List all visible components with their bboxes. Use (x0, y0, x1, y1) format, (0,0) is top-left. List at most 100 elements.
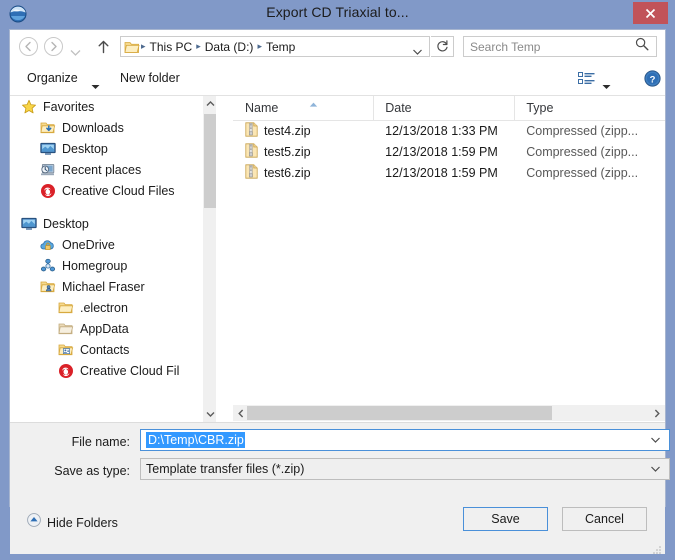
creative-cloud-icon (40, 183, 56, 199)
save-as-type-label: Save as type: (25, 464, 130, 478)
tree-item-electron[interactable]: .electron (10, 297, 202, 318)
forward-button[interactable] (44, 37, 63, 56)
title-bar: Export CD Triaxial to... (0, 0, 675, 29)
scrollbar-thumb[interactable] (247, 406, 552, 420)
close-icon (645, 8, 656, 19)
breadcrumb-item-data-d[interactable]: Data (D:) (202, 40, 257, 54)
downloads-folder-icon (40, 120, 56, 136)
tree-item-label: Creative Cloud Files (62, 184, 175, 198)
file-form-area: File name: D:\Temp\CBR.zip Save as type:… (10, 422, 665, 507)
tree-item-creative-cloud-files-2[interactable]: Creative Cloud Fil (10, 360, 202, 381)
resize-grip[interactable] (652, 542, 662, 552)
scrollbar-thumb[interactable] (204, 114, 216, 208)
chevron-right-icon (654, 409, 660, 418)
hide-folders-label: Hide Folders (47, 516, 118, 530)
tree-group-spacer (10, 201, 202, 213)
collapse-up-icon (27, 513, 41, 532)
organize-button[interactable]: Organize (27, 71, 78, 85)
cancel-button[interactable]: Cancel (562, 507, 647, 531)
tree-item-label: Favorites (43, 100, 94, 114)
file-name-value[interactable]: D:\Temp\CBR.zip (146, 432, 245, 448)
caret-down-icon[interactable] (602, 77, 611, 83)
file-name: test4.zip (264, 124, 311, 138)
tree-item-favorites[interactable]: Favorites (10, 96, 202, 117)
zip-file-icon (245, 122, 258, 140)
refresh-icon (436, 40, 449, 53)
breadcrumb-item-this-pc[interactable]: This PC (147, 40, 196, 54)
new-folder-button[interactable]: New folder (120, 71, 180, 85)
column-header-name[interactable]: Name (233, 96, 374, 120)
file-name-cell: test5.zip (233, 143, 374, 161)
tree-item-contacts[interactable]: Contacts (10, 339, 202, 360)
scroll-up-button[interactable] (203, 96, 217, 112)
table-row[interactable]: test4.zip 12/13/2018 1:33 PM Compressed … (233, 120, 665, 141)
column-header-type[interactable]: Type (515, 96, 665, 120)
onedrive-icon (40, 237, 56, 253)
chevron-down-icon[interactable] (412, 43, 423, 51)
tree-item-desktop-root[interactable]: Desktop (10, 213, 202, 234)
scroll-down-button[interactable] (203, 406, 217, 422)
file-type: Compressed (zipp... (515, 166, 665, 180)
tree-item-onedrive[interactable]: OneDrive (10, 234, 202, 255)
tree-item-label: Desktop (43, 217, 89, 231)
folder-icon (124, 40, 140, 54)
breadcrumb-item-temp[interactable]: Temp (263, 40, 298, 54)
table-row[interactable]: test6.zip 12/13/2018 1:59 PM Compressed … (233, 162, 665, 183)
table-row[interactable]: test5.zip 12/13/2018 1:59 PM Compressed … (233, 141, 665, 162)
sort-ascending-icon (309, 96, 318, 101)
recent-locations-button[interactable] (70, 43, 81, 50)
search-input[interactable]: Search Temp (470, 40, 540, 54)
chevron-down-icon[interactable] (650, 460, 661, 478)
column-header-label: Date (385, 101, 411, 115)
folder-icon (58, 321, 74, 337)
view-options-icon[interactable] (578, 72, 595, 86)
tree-item-label: Creative Cloud Fil (80, 364, 179, 378)
back-arrow-icon (23, 41, 34, 52)
tree-item-downloads[interactable]: Downloads (10, 117, 202, 138)
tree-item-label: Contacts (80, 343, 129, 357)
address-bar[interactable]: ▸ This PC ▸ Data (D:) ▸ Temp (120, 36, 430, 57)
desktop-monitor-icon (21, 216, 37, 232)
recent-locations-icon (70, 49, 81, 56)
user-folder-icon (40, 279, 56, 295)
refresh-button[interactable] (431, 36, 454, 57)
tree-item-creative-cloud-files[interactable]: Creative Cloud Files (10, 180, 202, 201)
tree-item-label: Michael Fraser (62, 280, 145, 294)
tree-item-desktop-fav[interactable]: Desktop (10, 138, 202, 159)
help-icon[interactable]: ? (644, 70, 661, 87)
search-box[interactable]: Search Temp (463, 36, 657, 57)
navigation-pane: Favorites Downloads (10, 96, 216, 422)
recent-places-icon (40, 162, 56, 178)
scroll-right-button[interactable] (649, 405, 665, 421)
tree-item-label: Desktop (62, 142, 108, 156)
back-button[interactable] (19, 37, 38, 56)
chevron-down-icon[interactable] (650, 431, 661, 449)
zip-file-icon (245, 143, 258, 161)
save-file-dialog: Export CD Triaxial to... (0, 0, 675, 515)
file-date: 12/13/2018 1:33 PM (374, 124, 515, 138)
file-name: test6.zip (264, 166, 311, 180)
up-button[interactable] (94, 37, 112, 56)
save-as-type-select[interactable]: Template transfer files (*.zip) (140, 458, 670, 480)
file-name-input[interactable]: D:\Temp\CBR.zip (140, 429, 670, 451)
hide-folders-button[interactable]: Hide Folders (27, 513, 118, 532)
tree-item-appdata[interactable]: AppData (10, 318, 202, 339)
file-list-horizontal-scrollbar[interactable] (233, 405, 665, 421)
caret-down-icon[interactable] (91, 77, 100, 83)
navigation-pane-scrollbar[interactable] (202, 96, 216, 422)
forward-arrow-icon (48, 41, 59, 52)
file-date: 12/13/2018 1:59 PM (374, 166, 515, 180)
pane-splitter[interactable] (216, 96, 233, 422)
column-header-date[interactable]: Date (374, 96, 515, 120)
contacts-folder-icon (58, 342, 74, 358)
file-rows: test4.zip 12/13/2018 1:33 PM Compressed … (233, 120, 665, 183)
chevron-up-icon (206, 101, 215, 107)
file-type: Compressed (zipp... (515, 124, 665, 138)
save-button[interactable]: Save (463, 507, 548, 531)
tree-item-michael-fraser[interactable]: Michael Fraser (10, 276, 202, 297)
desktop-monitor-icon (40, 141, 56, 157)
tree-item-recent-places[interactable]: Recent places (10, 159, 202, 180)
close-button[interactable] (633, 2, 668, 24)
tree-item-homegroup[interactable]: Homegroup (10, 255, 202, 276)
file-name-cell: test4.zip (233, 122, 374, 140)
